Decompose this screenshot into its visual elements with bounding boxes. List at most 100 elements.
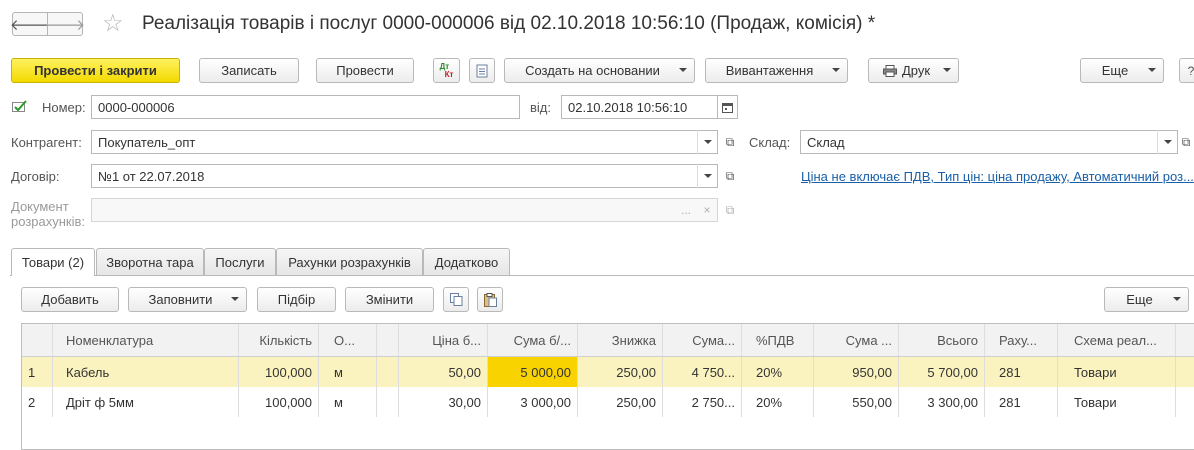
settlement-clear-button[interactable]: × <box>697 198 717 222</box>
document-icon <box>476 64 488 77</box>
warehouse-field[interactable]: Склад <box>800 130 1178 154</box>
cell-total[interactable]: 3 300,00 <box>899 387 985 417</box>
help-button[interactable]: ? <box>1179 58 1194 83</box>
date-field[interactable]: 02.10.2018 10:56:10 <box>561 95 718 119</box>
settlement-doc-label-line1: Документ <box>11 199 69 214</box>
counterparty-open-button[interactable]: ⧉ <box>720 130 740 154</box>
contract-dropdown-button[interactable] <box>697 164 717 188</box>
add-row-button[interactable]: Добавить <box>21 287 119 312</box>
fill-label: Заповнити <box>148 292 213 307</box>
chevron-down-icon <box>832 68 840 72</box>
back-button[interactable]: 🡐 <box>10 12 50 36</box>
col-header-amount-wo-vat[interactable]: Сума б/... <box>488 324 578 356</box>
calendar-icon <box>722 102 733 113</box>
fill-button[interactable]: Заповнити <box>128 287 247 312</box>
cell-blank[interactable] <box>377 387 399 417</box>
cell-price[interactable]: 30,00 <box>399 387 488 417</box>
tab-services[interactable]: Послуги <box>204 248 276 275</box>
settlement-open-button[interactable]: ⧉ <box>720 198 740 222</box>
cell-account[interactable]: 281 <box>985 387 1058 417</box>
create-based-on-button[interactable]: Создать на основании <box>504 58 695 83</box>
more-button[interactable]: Еще <box>1080 58 1164 83</box>
table-row[interactable]: 2 Дріт ф 5мм 100,000 м 30,00 3 000,00 25… <box>22 387 1194 417</box>
table-more-label: Еще <box>1126 292 1153 307</box>
cell-amount-wo-vat[interactable]: 5 000,00 <box>488 357 578 387</box>
change-button[interactable]: Змінити <box>345 287 434 312</box>
tab-returnable-container[interactable]: Зворотна тара <box>96 248 204 275</box>
cell-amount-wo-vat[interactable]: 3 000,00 <box>488 387 578 417</box>
counterparty-dropdown-button[interactable] <box>697 130 717 154</box>
report-button[interactable] <box>469 58 495 83</box>
dt-kt-button[interactable]: Дт Кт <box>433 58 460 83</box>
tab-divider <box>10 275 1194 276</box>
upload-button[interactable]: Вивантаження <box>705 58 848 83</box>
cell-vat-amount[interactable]: 950,00 <box>814 357 899 387</box>
warehouse-dropdown-button[interactable] <box>1157 130 1177 154</box>
post-and-close-button[interactable]: Провести і закрити <box>11 58 180 83</box>
col-header-item[interactable]: Номенклатура <box>53 324 239 356</box>
cell-item[interactable]: Кабель <box>53 357 239 387</box>
col-header-vat-amount[interactable]: Сума ... <box>814 324 899 356</box>
cell-account[interactable]: 281 <box>985 357 1058 387</box>
tab-settlement-accounts[interactable]: Рахунки розрахунків <box>276 248 423 275</box>
chevron-down-icon <box>679 68 687 72</box>
cell-unit[interactable]: м <box>319 387 377 417</box>
cell-line-number[interactable]: 2 <box>22 387 53 417</box>
cell-price[interactable]: 50,00 <box>399 357 488 387</box>
upload-label: Вивантаження <box>725 63 814 78</box>
cell-blank[interactable] <box>377 357 399 387</box>
col-header-blank[interactable] <box>377 324 399 356</box>
cell-sales-scheme[interactable]: Товари <box>1058 387 1176 417</box>
col-header-quantity[interactable]: Кількість <box>239 324 319 356</box>
cell-amount[interactable]: 4 750... <box>663 357 742 387</box>
counterparty-field[interactable]: Покупатель_опт <box>91 130 718 154</box>
print-button[interactable]: Друк <box>868 58 959 83</box>
copy-rows-button[interactable] <box>443 287 469 312</box>
col-header-account[interactable]: Раху... <box>985 324 1058 356</box>
forward-button[interactable]: 🡒 <box>45 12 85 36</box>
post-button[interactable]: Провести <box>316 58 414 83</box>
cell-quantity[interactable]: 100,000 <box>239 387 319 417</box>
warehouse-open-button[interactable]: ⧉ <box>1178 130 1194 154</box>
favorite-star-icon[interactable]: ☆ <box>102 11 124 37</box>
cell-quantity[interactable]: 100,000 <box>239 357 319 387</box>
chevron-down-icon <box>1148 68 1156 72</box>
selection-button[interactable]: Підбір <box>257 287 336 312</box>
cell-item[interactable]: Дріт ф 5мм <box>53 387 239 417</box>
col-header-total[interactable]: Всього <box>899 324 985 356</box>
col-header-discount[interactable]: Знижка <box>578 324 663 356</box>
col-header-sales-scheme[interactable]: Схема реал... <box>1058 324 1176 356</box>
settlement-doc-label-line2: розрахунків: <box>11 214 86 229</box>
cell-discount[interactable]: 250,00 <box>578 357 663 387</box>
col-header-unit[interactable]: О... <box>319 324 377 356</box>
chevron-down-icon <box>943 68 951 72</box>
col-header-price[interactable]: Ціна б... <box>399 324 488 356</box>
tab-additional[interactable]: Додатково <box>423 248 510 275</box>
number-field[interactable]: 0000-000006 <box>91 95 520 119</box>
cell-vat-rate[interactable]: 20% <box>742 387 814 417</box>
col-header-vat-rate[interactable]: %ПДВ <box>742 324 814 356</box>
cell-line-number[interactable]: 1 <box>22 357 53 387</box>
contract-field[interactable]: №1 от 22.07.2018 <box>91 164 718 188</box>
cell-vat-amount[interactable]: 550,00 <box>814 387 899 417</box>
cell-amount[interactable]: 2 750... <box>663 387 742 417</box>
cell-vat-rate[interactable]: 20% <box>742 357 814 387</box>
open-icon: ⧉ <box>725 168 735 183</box>
settlement-select-button[interactable]: ... <box>676 198 696 222</box>
cell-discount[interactable]: 250,00 <box>578 387 663 417</box>
cell-total[interactable]: 5 700,00 <box>899 357 985 387</box>
more-label: Еще <box>1101 63 1129 78</box>
contract-open-button[interactable]: ⧉ <box>720 164 740 188</box>
table-more-button[interactable]: Еще <box>1104 287 1189 312</box>
table-row[interactable]: 1 Кабель 100,000 м 50,00 5 000,00 250,00… <box>22 357 1194 387</box>
cell-unit[interactable]: м <box>319 357 377 387</box>
save-button[interactable]: Записать <box>199 58 299 83</box>
tab-goods[interactable]: Товари (2) <box>11 248 95 276</box>
settlement-doc-field[interactable] <box>91 198 718 222</box>
calendar-button[interactable] <box>718 95 738 119</box>
col-header-amount[interactable]: Сума... <box>663 324 742 356</box>
cell-sales-scheme[interactable]: Товари <box>1058 357 1176 387</box>
col-header-line-number[interactable] <box>22 324 53 356</box>
paste-rows-button[interactable] <box>477 287 503 312</box>
price-settings-link[interactable]: Ціна не включає ПДВ, Тип цін: ціна прода… <box>801 169 1194 184</box>
